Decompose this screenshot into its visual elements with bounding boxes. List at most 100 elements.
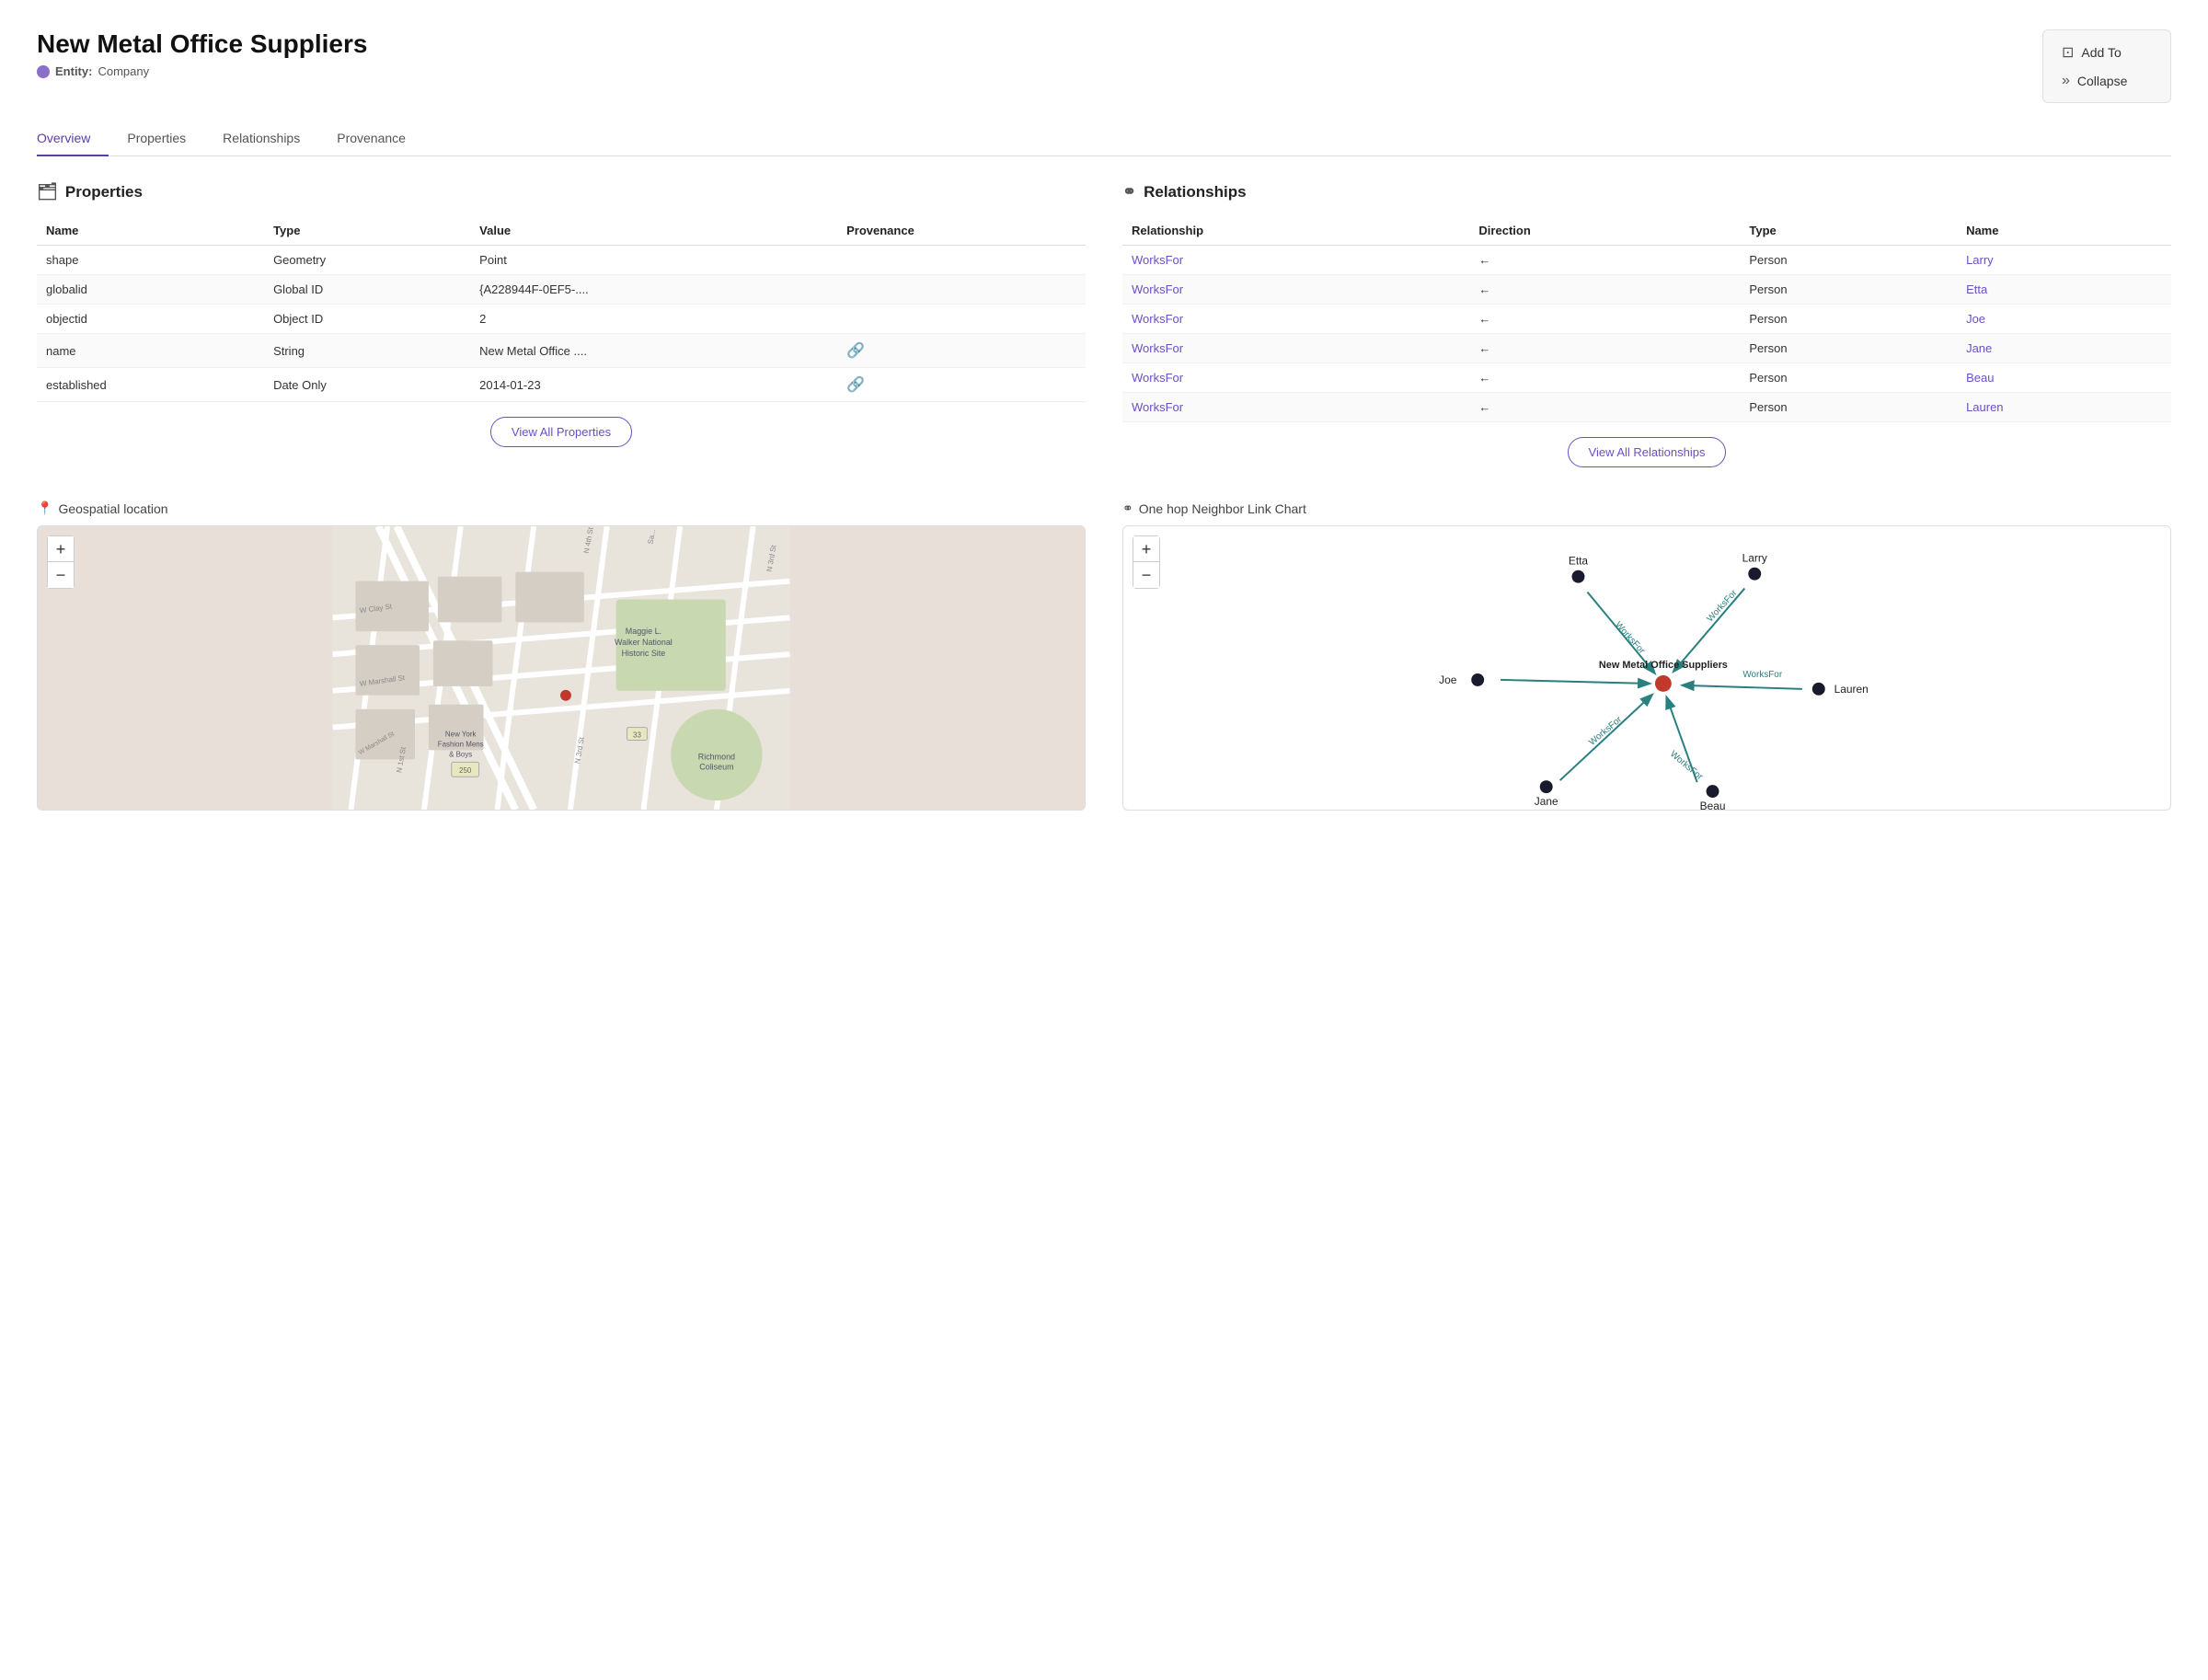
tab-properties[interactable]: Properties: [109, 121, 204, 156]
svg-text:Etta: Etta: [1569, 555, 1589, 568]
svg-text:Fashion Mens: Fashion Mens: [438, 740, 484, 748]
entity-circle-icon: [37, 65, 50, 78]
bottom-grid: 📍 Geospatial location + −: [37, 501, 2171, 811]
rel-type: Person: [1740, 363, 1957, 393]
tabs-bar: Overview Properties Relationships Proven…: [37, 121, 2171, 156]
main-content-grid: 🗂 Properties Name Type Value Provenance …: [37, 182, 2171, 467]
svg-text:Historic Site: Historic Site: [622, 649, 666, 658]
rel-direction: ←: [1469, 305, 1740, 334]
col-name: Name: [37, 216, 264, 246]
prop-type: String: [264, 334, 470, 368]
table-row: objectid Object ID 2: [37, 305, 1086, 334]
tab-provenance[interactable]: Provenance: [318, 121, 424, 156]
svg-text:& Boys: & Boys: [449, 750, 472, 758]
svg-text:Beau: Beau: [1700, 800, 1726, 810]
properties-section-header: 🗂 Properties: [37, 182, 1086, 201]
rel-link[interactable]: WorksFor: [1132, 282, 1183, 296]
prop-prov: 🔗: [837, 334, 1086, 368]
relationships-table: Relationship Direction Type Name WorksFo…: [1122, 216, 2171, 422]
svg-text:33: 33: [633, 731, 641, 740]
header-left: New Metal Office Suppliers Entity: Compa…: [37, 29, 367, 78]
rel-name-link[interactable]: Joe: [1966, 312, 1985, 326]
chart-zoom-out-button[interactable]: −: [1133, 562, 1159, 588]
rel-name-link[interactable]: Jane: [1966, 341, 1992, 355]
add-to-button[interactable]: ⊡ Add To: [2062, 41, 2122, 63]
svg-text:New York: New York: [445, 731, 477, 739]
rel-type: Person: [1740, 334, 1957, 363]
rel-type: Person: [1740, 275, 1957, 305]
add-to-label: Add To: [2081, 45, 2121, 60]
provenance-icon[interactable]: 🔗: [846, 377, 865, 393]
svg-text:Jane: Jane: [1535, 795, 1558, 808]
rel-direction: ←: [1469, 363, 1740, 393]
table-row: established Date Only 2014-01-23 🔗: [37, 368, 1086, 402]
table-row: WorksFor ← Person Beau: [1122, 363, 2171, 393]
link-chart-svg: WorksFor WorksFor WorksFor WorksFor Work…: [1123, 526, 2170, 810]
relationships-title: Relationships: [1144, 183, 1246, 201]
rel-link[interactable]: WorksFor: [1132, 371, 1183, 385]
tab-relationships[interactable]: Relationships: [204, 121, 318, 156]
col-provenance: Provenance: [837, 216, 1086, 246]
rel-link[interactable]: WorksFor: [1132, 400, 1183, 414]
rel-name-link[interactable]: Lauren: [1966, 400, 2003, 414]
map-zoom-in-button[interactable]: +: [48, 536, 74, 562]
col-value: Value: [470, 216, 837, 246]
svg-text:WorksFor: WorksFor: [1587, 714, 1624, 747]
prop-value: 2: [470, 305, 837, 334]
prop-value: Point: [470, 246, 837, 275]
rel-type: Person: [1740, 305, 1957, 334]
svg-text:WorksFor: WorksFor: [1706, 588, 1740, 625]
collapse-button[interactable]: » Collapse: [2062, 71, 2127, 91]
svg-text:250: 250: [459, 766, 472, 775]
table-row: WorksFor ← Person Jane: [1122, 334, 2171, 363]
table-row: WorksFor ← Person Lauren: [1122, 393, 2171, 422]
rel-name-link[interactable]: Larry: [1966, 253, 1994, 267]
collapse-label: Collapse: [2077, 74, 2127, 88]
map-zoom-out-button[interactable]: −: [48, 562, 74, 588]
svg-text:New Metal Office Suppliers: New Metal Office Suppliers: [1599, 660, 1728, 671]
svg-text:Walker National: Walker National: [615, 638, 673, 647]
link-chart-section-header: ⚭ One hop Neighbor Link Chart: [1122, 501, 2171, 516]
relationships-icon: ⚭: [1122, 182, 1136, 201]
view-all-properties-button[interactable]: View All Properties: [490, 417, 632, 447]
chart-zoom-in-button[interactable]: +: [1133, 536, 1159, 562]
prop-type: Global ID: [264, 275, 470, 305]
map-svg: W Clay St W Marshall St N 1st St N 4th S…: [38, 526, 1085, 810]
col-relationship: Relationship: [1122, 216, 1469, 246]
rel-link[interactable]: WorksFor: [1132, 253, 1183, 267]
svg-text:WorksFor: WorksFor: [1742, 670, 1783, 680]
geo-section-header: 📍 Geospatial location: [37, 501, 1086, 516]
map-container: + −: [37, 525, 1086, 811]
rel-type: Person: [1740, 246, 1957, 275]
table-row: WorksFor ← Person Etta: [1122, 275, 2171, 305]
table-row: name String New Metal Office .... 🔗: [37, 334, 1086, 368]
rel-link[interactable]: WorksFor: [1132, 341, 1183, 355]
view-all-relationships-button[interactable]: View All Relationships: [1568, 437, 1727, 467]
map-zoom-controls: + −: [47, 535, 75, 589]
geo-section: 📍 Geospatial location + −: [37, 501, 1086, 811]
prop-type: Object ID: [264, 305, 470, 334]
tab-overview[interactable]: Overview: [37, 121, 109, 156]
chart-container: + −: [1122, 525, 2171, 811]
page-header: New Metal Office Suppliers Entity: Compa…: [37, 29, 2171, 103]
table-row: WorksFor ← Person Joe: [1122, 305, 2171, 334]
prop-type: Geometry: [264, 246, 470, 275]
properties-table: Name Type Value Provenance shape Geometr…: [37, 216, 1086, 402]
table-row: shape Geometry Point: [37, 246, 1086, 275]
prop-prov: 🔗: [837, 368, 1086, 402]
svg-text:Maggie L.: Maggie L.: [626, 627, 661, 636]
svg-text:WorksFor: WorksFor: [1613, 620, 1647, 657]
prop-prov: [837, 246, 1086, 275]
svg-text:Larry: Larry: [1742, 552, 1767, 565]
svg-text:Joe: Joe: [1439, 673, 1457, 686]
rel-name-link[interactable]: Etta: [1966, 282, 1987, 296]
page-title: New Metal Office Suppliers: [37, 29, 367, 59]
rel-link[interactable]: WorksFor: [1132, 312, 1183, 326]
col-rel-type: Type: [1740, 216, 1957, 246]
entity-type: Company: [98, 64, 149, 78]
link-chart-section: ⚭ One hop Neighbor Link Chart + −: [1122, 501, 2171, 811]
col-direction: Direction: [1469, 216, 1740, 246]
rel-name-link[interactable]: Beau: [1966, 371, 1994, 385]
provenance-icon[interactable]: 🔗: [846, 343, 865, 359]
prop-name: established: [37, 368, 264, 402]
